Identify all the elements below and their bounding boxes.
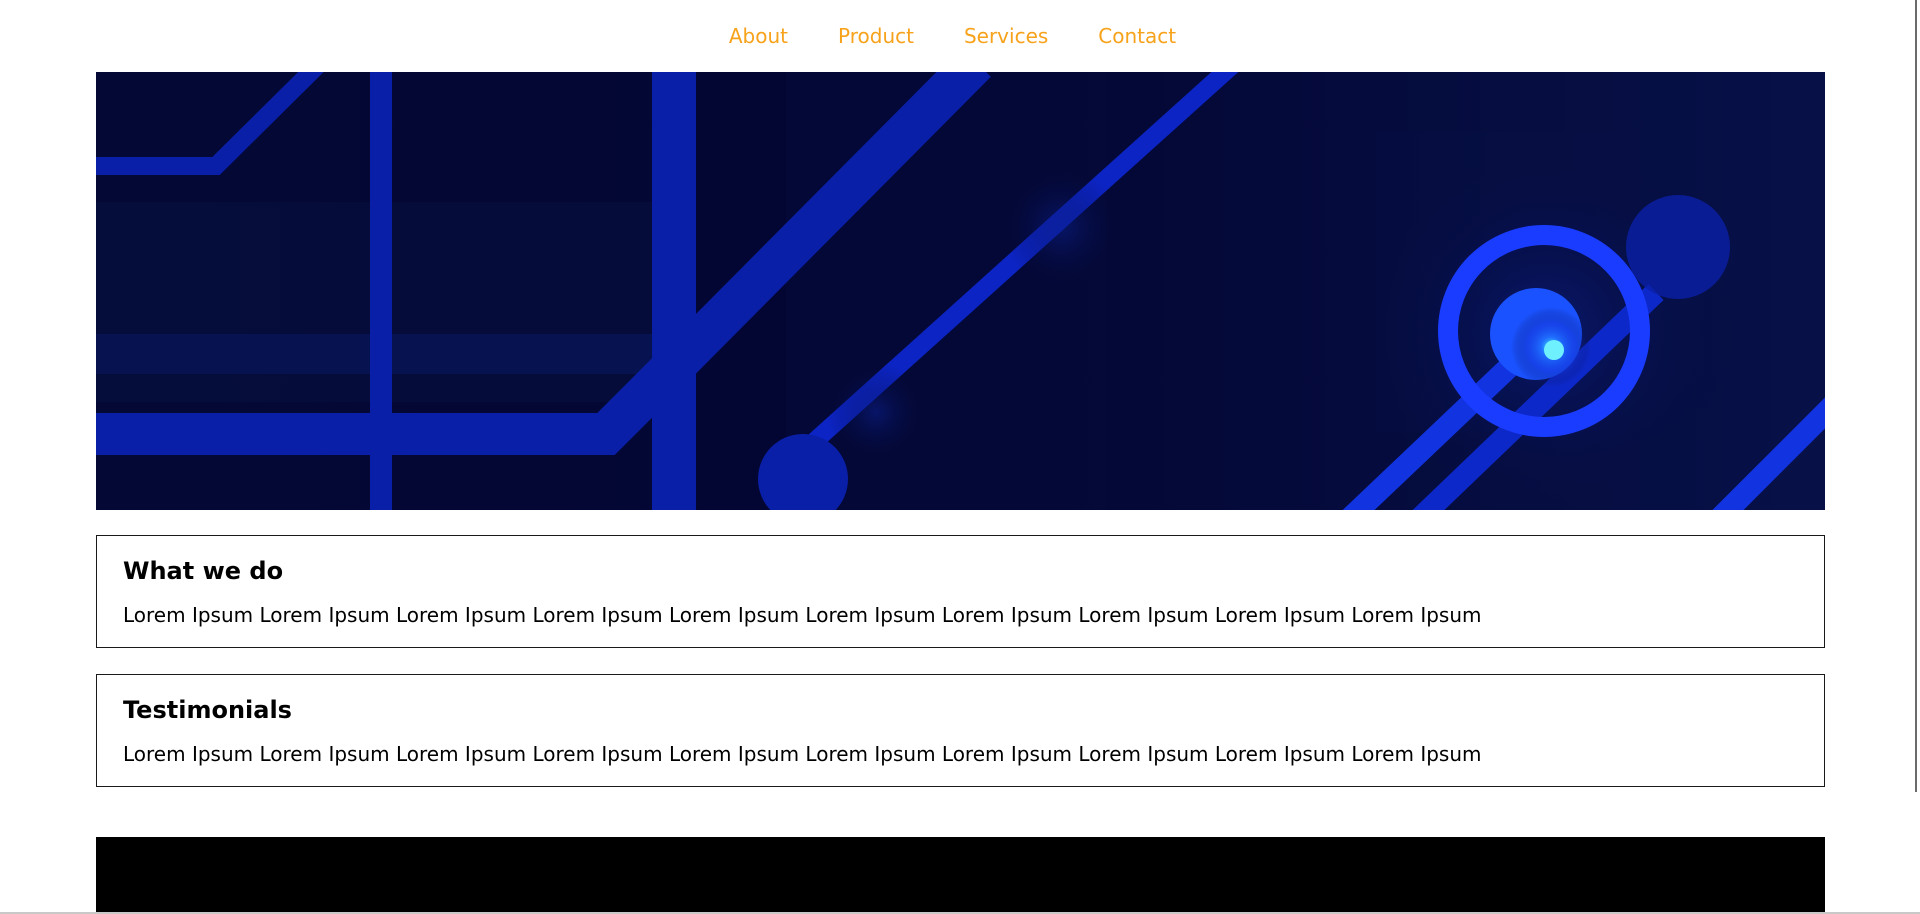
footer bbox=[96, 837, 1825, 914]
scrollbar-thumb[interactable] bbox=[1915, 0, 1917, 792]
nav-link-contact[interactable]: Contact bbox=[1098, 24, 1176, 48]
nav-link-product[interactable]: Product bbox=[838, 24, 914, 48]
section-text: Lorem Ipsum Lorem Ipsum Lorem Ipsum Lore… bbox=[123, 603, 1482, 627]
circuit-board-illustration bbox=[96, 72, 1825, 510]
nav-link-services[interactable]: Services bbox=[964, 24, 1048, 48]
testimonials-section: Testimonials Lorem Ipsum Lorem Ipsum Lor… bbox=[96, 674, 1825, 787]
scrollbar[interactable] bbox=[1905, 0, 1920, 914]
page: About Product Services Contact What we d… bbox=[0, 0, 1920, 914]
hero-banner-image bbox=[96, 72, 1825, 510]
section-title: What we do bbox=[123, 557, 284, 585]
top-navigation: About Product Services Contact bbox=[0, 0, 1905, 72]
section-text: Lorem Ipsum Lorem Ipsum Lorem Ipsum Lore… bbox=[123, 742, 1482, 766]
nav-link-about[interactable]: About bbox=[729, 24, 788, 48]
what-we-do-section: What we do Lorem Ipsum Lorem Ipsum Lorem… bbox=[96, 535, 1825, 648]
section-title: Testimonials bbox=[123, 696, 292, 724]
